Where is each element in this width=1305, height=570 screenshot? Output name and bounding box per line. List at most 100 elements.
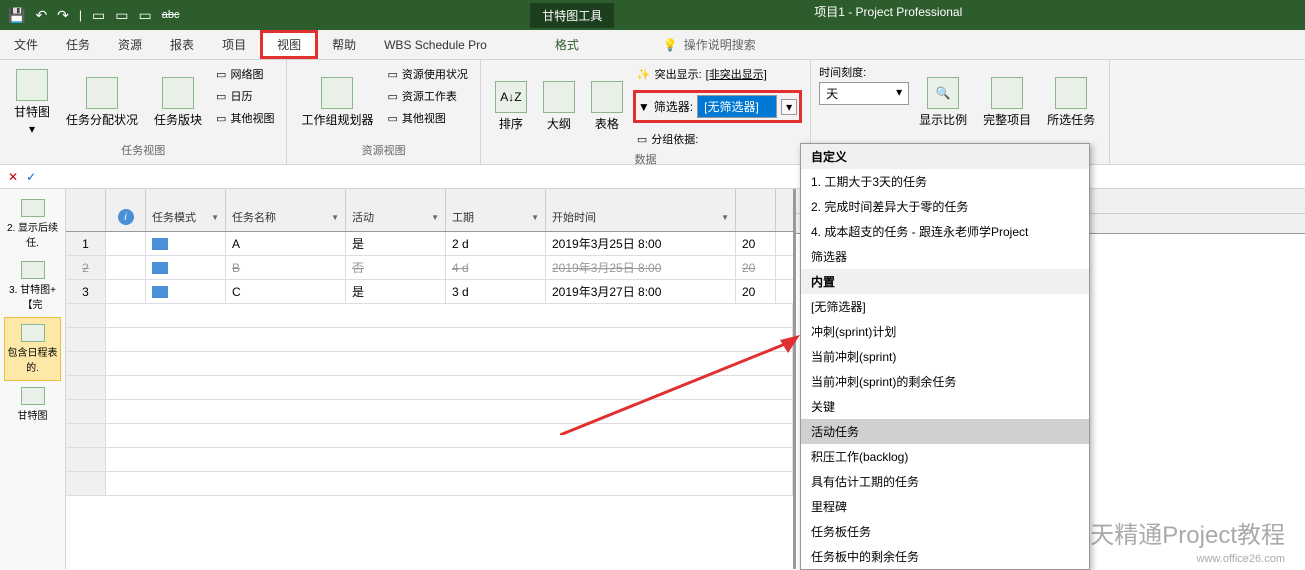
row-number[interactable] (66, 304, 106, 327)
sort-button[interactable]: A↓Z 排序 (489, 64, 533, 149)
cell-extra[interactable]: 20 (736, 280, 776, 303)
cell-info[interactable] (106, 232, 146, 255)
cell-active[interactable]: 是 (346, 232, 446, 255)
sidebar-item[interactable]: 2. 显示后续任. (4, 193, 61, 255)
calendar-button[interactable]: ▭日历 (212, 86, 278, 106)
network-diagram-button[interactable]: ▭网络图 (212, 64, 278, 84)
row-number[interactable] (66, 472, 106, 495)
gantt-chart-button[interactable]: 甘特图 ▾ (8, 64, 56, 140)
cell-duration[interactable]: 3 d (446, 280, 546, 303)
cell-empty[interactable] (106, 376, 793, 399)
cancel-edit-icon[interactable]: ✕ (8, 170, 18, 184)
cell-empty[interactable] (106, 352, 793, 375)
qat-btn3[interactable]: ▭ (139, 7, 152, 24)
filter-menu-item[interactable]: 任务板任务 (801, 519, 1089, 544)
chevron-down-icon[interactable]: ▾ (781, 99, 797, 115)
cell-extra[interactable]: 20 (736, 232, 776, 255)
cell-mode[interactable] (146, 256, 226, 279)
entire-project-button[interactable]: 完整项目 (977, 64, 1037, 140)
table-row[interactable]: 2 B 否 4 d 2019年3月25日 8:00 20 (66, 256, 793, 280)
zoom-button[interactable]: 🔍 显示比例 (913, 64, 973, 140)
table-row-empty[interactable] (66, 352, 793, 376)
filter-menu-item[interactable]: 里程碑 (801, 494, 1089, 519)
filter-menu-item[interactable]: 积压工作(backlog) (801, 444, 1089, 469)
col-rownum[interactable] (66, 189, 106, 231)
tab-help[interactable]: 帮助 (318, 30, 370, 59)
cell-active[interactable]: 否 (346, 256, 446, 279)
resource-sheet-button[interactable]: ▭资源工作表 (383, 86, 471, 106)
cell-name[interactable]: B (226, 256, 346, 279)
sidebar-item-active[interactable]: 包含日程表的. (4, 317, 61, 381)
filter-menu-item[interactable]: 冲刺(sprint)计划 (801, 319, 1089, 344)
tab-task[interactable]: 任务 (52, 30, 104, 59)
row-number[interactable]: 3 (66, 280, 106, 303)
table-row-empty[interactable] (66, 376, 793, 400)
tab-format[interactable]: 格式 (541, 30, 593, 59)
col-info[interactable]: i (106, 189, 146, 231)
col-active[interactable]: 活动▼ (346, 189, 446, 231)
cell-mode[interactable] (146, 280, 226, 303)
col-name[interactable]: 任务名称▼ (226, 189, 346, 231)
cell-start[interactable]: 2019年3月25日 8:00 (546, 232, 736, 255)
table-row-empty[interactable] (66, 400, 793, 424)
highlight-value[interactable]: [非突出显示] (706, 66, 767, 82)
row-number[interactable] (66, 376, 106, 399)
filter-menu-item[interactable]: 2. 完成时间差异大于零的任务 (801, 194, 1089, 219)
cell-empty[interactable] (106, 472, 793, 495)
filter-menu-item[interactable]: 筛选器 (801, 244, 1089, 269)
qat-btn2[interactable]: ▭ (115, 7, 128, 24)
undo-icon[interactable]: ↶ (35, 7, 47, 24)
qat-abc[interactable]: abc (162, 9, 180, 21)
filter-menu-item[interactable]: 任务板中的剩余任务 (801, 544, 1089, 569)
cell-empty[interactable] (106, 328, 793, 351)
filter-menu-item-active[interactable]: 活动任务 (801, 419, 1089, 444)
table-row[interactable]: 1 A 是 2 d 2019年3月25日 8:00 20 (66, 232, 793, 256)
tab-view[interactable]: 视图 (260, 30, 318, 59)
cell-start[interactable]: 2019年3月27日 8:00 (546, 280, 736, 303)
tab-project[interactable]: 项目 (208, 30, 260, 59)
outline-button[interactable]: 大纲 (537, 64, 581, 149)
cell-info[interactable] (106, 256, 146, 279)
sidebar-item[interactable]: 甘特图 (4, 381, 61, 428)
table-row[interactable]: 3 C 是 3 d 2019年3月27日 8:00 20 (66, 280, 793, 304)
cell-duration[interactable]: 4 d (446, 256, 546, 279)
filter-menu-item[interactable]: 1. 工期大于3天的任务 (801, 169, 1089, 194)
filter-menu-item[interactable]: 具有估计工期的任务 (801, 469, 1089, 494)
row-number[interactable] (66, 328, 106, 351)
tab-resource[interactable]: 资源 (104, 30, 156, 59)
sidebar-item[interactable]: 3. 甘特图+【完 (4, 255, 61, 317)
row-number[interactable]: 1 (66, 232, 106, 255)
cell-name[interactable]: A (226, 232, 346, 255)
timescale-dropdown[interactable]: 天 ▾ (819, 82, 909, 105)
confirm-edit-icon[interactable]: ✓ (26, 170, 36, 184)
cell-duration[interactable]: 2 d (446, 232, 546, 255)
tab-report[interactable]: 报表 (156, 30, 208, 59)
filter-menu-item[interactable]: [无筛选器] (801, 294, 1089, 319)
col-extra[interactable] (736, 189, 776, 231)
save-icon[interactable]: 💾 (8, 7, 25, 24)
tell-me-search[interactable]: 💡 操作说明搜索 (653, 30, 766, 59)
filter-dropdown[interactable]: [无筛选器] (697, 95, 777, 118)
col-duration[interactable]: 工期▼ (446, 189, 546, 231)
col-start[interactable]: 开始时间▼ (546, 189, 736, 231)
qat-btn1[interactable]: ▭ (92, 7, 105, 24)
filter-menu-item[interactable]: 关键 (801, 394, 1089, 419)
row-number[interactable] (66, 424, 106, 447)
table-row-empty[interactable] (66, 424, 793, 448)
cell-extra[interactable]: 20 (736, 256, 776, 279)
cell-empty[interactable] (106, 424, 793, 447)
task-board-button[interactable]: 任务版块 (148, 64, 208, 140)
row-number[interactable] (66, 448, 106, 471)
selected-tasks-button[interactable]: 所选任务 (1041, 64, 1101, 140)
task-usage-button[interactable]: 任务分配状况 (60, 64, 144, 140)
filter-menu-item[interactable]: 当前冲刺(sprint) (801, 344, 1089, 369)
row-number[interactable]: 2 (66, 256, 106, 279)
table-row-empty[interactable] (66, 448, 793, 472)
cell-start[interactable]: 2019年3月25日 8:00 (546, 256, 736, 279)
tables-button[interactable]: 表格 (585, 64, 629, 149)
resource-usage-button[interactable]: ▭资源使用状况 (383, 64, 471, 84)
cell-empty[interactable] (106, 304, 793, 327)
col-mode[interactable]: 任务模式▼ (146, 189, 226, 231)
cell-mode[interactable] (146, 232, 226, 255)
resource-other-button[interactable]: ▭其他视图 (383, 108, 471, 128)
